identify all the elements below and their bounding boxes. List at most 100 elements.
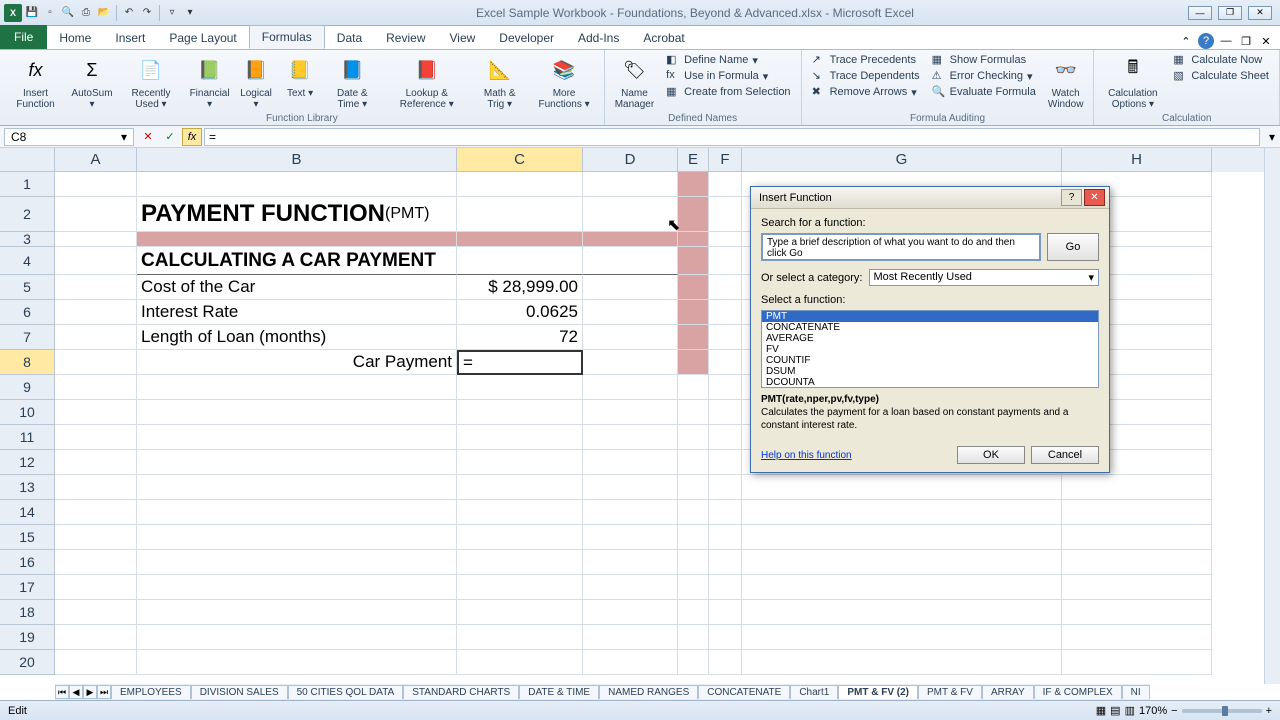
cell[interactable]: [55, 500, 137, 525]
cell[interactable]: [709, 425, 742, 450]
cancel-formula-icon[interactable]: ✕: [138, 128, 158, 146]
row-header[interactable]: 4: [0, 247, 55, 275]
more-functions-button[interactable]: 📚More Functions ▾: [530, 52, 597, 112]
row-header[interactable]: 7: [0, 325, 55, 350]
cell[interactable]: [137, 625, 457, 650]
cell[interactable]: [457, 197, 583, 232]
cell[interactable]: [55, 375, 137, 400]
view-layout-icon[interactable]: ▤: [1110, 704, 1120, 717]
cell[interactable]: [457, 475, 583, 500]
sheet-tab[interactable]: NI: [1122, 685, 1150, 699]
cell[interactable]: $ 28,999.00: [457, 275, 583, 300]
col-header[interactable]: D: [583, 148, 678, 172]
cell[interactable]: [678, 425, 709, 450]
math-button[interactable]: 📐Math & Trig ▾: [473, 52, 527, 112]
sheet-tab[interactable]: STANDARD CHARTS: [403, 685, 519, 699]
cell[interactable]: [709, 172, 742, 197]
cancel-button[interactable]: Cancel: [1031, 446, 1099, 464]
calculate-sheet-button[interactable]: ▧Calculate Sheet: [1169, 68, 1273, 84]
cell[interactable]: [137, 400, 457, 425]
cell[interactable]: [137, 475, 457, 500]
row-header[interactable]: 13: [0, 475, 55, 500]
cell[interactable]: [709, 600, 742, 625]
cell[interactable]: [583, 650, 678, 675]
redo-icon[interactable]: ↷: [139, 5, 155, 21]
cell[interactable]: [55, 425, 137, 450]
cell[interactable]: [678, 247, 709, 275]
doc-minimize-icon[interactable]: —: [1218, 33, 1234, 49]
cell[interactable]: [55, 575, 137, 600]
ok-button[interactable]: OK: [957, 446, 1025, 464]
first-sheet-icon[interactable]: ⏮: [55, 685, 69, 699]
cell[interactable]: [137, 450, 457, 475]
row-header[interactable]: 2: [0, 197, 55, 232]
cell[interactable]: [678, 300, 709, 325]
evaluate-formula-button[interactable]: 🔍Evaluate Formula: [928, 84, 1040, 100]
col-header[interactable]: F: [709, 148, 742, 172]
cell[interactable]: [457, 247, 583, 275]
row-header[interactable]: 12: [0, 450, 55, 475]
cell[interactable]: [583, 275, 678, 300]
cell[interactable]: [55, 172, 137, 197]
row-header[interactable]: 17: [0, 575, 55, 600]
cell[interactable]: [709, 375, 742, 400]
cell[interactable]: [678, 450, 709, 475]
list-item[interactable]: PMT: [762, 311, 1098, 322]
cell[interactable]: [709, 450, 742, 475]
cell[interactable]: [137, 375, 457, 400]
cell[interactable]: 72: [457, 325, 583, 350]
cell[interactable]: [583, 450, 678, 475]
list-item[interactable]: FV: [762, 344, 1098, 355]
lookup-button[interactable]: 📕Lookup & Reference ▾: [385, 52, 469, 112]
cell[interactable]: [137, 650, 457, 675]
cell[interactable]: [137, 500, 457, 525]
tab-page-layout[interactable]: Page Layout: [157, 27, 248, 49]
cell[interactable]: [1062, 525, 1212, 550]
trace-dependents-button[interactable]: ↘Trace Dependents: [808, 68, 924, 84]
cell[interactable]: [457, 172, 583, 197]
cell[interactable]: [583, 350, 678, 375]
select-all-corner[interactable]: [0, 148, 55, 172]
restore-button[interactable]: ❐: [1218, 6, 1242, 20]
minimize-ribbon-icon[interactable]: ⌃: [1178, 33, 1194, 49]
close-button[interactable]: ✕: [1248, 6, 1272, 20]
view-pagebreak-icon[interactable]: ▥: [1125, 704, 1135, 717]
cell[interactable]: 0.0625: [457, 300, 583, 325]
last-sheet-icon[interactable]: ⏭: [97, 685, 111, 699]
function-list[interactable]: PMTCONCATENATEAVERAGEFVCOUNTIFDSUMDCOUNT…: [761, 310, 1099, 388]
dialog-help-icon[interactable]: ?: [1061, 189, 1082, 206]
cell[interactable]: [457, 650, 583, 675]
list-item[interactable]: COUNTIF: [762, 355, 1098, 366]
cell[interactable]: [678, 172, 709, 197]
cell[interactable]: [678, 350, 709, 375]
list-item[interactable]: CONCATENATE: [762, 322, 1098, 333]
cell[interactable]: [583, 197, 678, 232]
cell[interactable]: [55, 600, 137, 625]
cell[interactable]: CALCULATING A CAR PAYMENT: [137, 247, 457, 275]
cell[interactable]: [137, 525, 457, 550]
row-header[interactable]: 14: [0, 500, 55, 525]
zoom-level[interactable]: 170%: [1139, 705, 1167, 717]
remove-arrows-button[interactable]: ✖Remove Arrows ▾: [808, 84, 924, 100]
trace-precedents-button[interactable]: ↗Trace Precedents: [808, 52, 924, 68]
cell[interactable]: [55, 275, 137, 300]
search-input[interactable]: Type a brief description of what you wan…: [761, 233, 1041, 261]
cell[interactable]: [742, 525, 1062, 550]
cell[interactable]: [709, 475, 742, 500]
sheet-tab[interactable]: EMPLOYEES: [111, 685, 191, 699]
row-header[interactable]: 20: [0, 650, 55, 675]
cell[interactable]: [457, 575, 583, 600]
cell[interactable]: [583, 475, 678, 500]
cell[interactable]: [709, 350, 742, 375]
cell[interactable]: [583, 525, 678, 550]
autosum-button[interactable]: ΣAutoSum ▾: [69, 52, 115, 112]
cell[interactable]: [709, 650, 742, 675]
cell[interactable]: [1062, 600, 1212, 625]
name-manager-button[interactable]: 🏷Name Manager: [611, 52, 658, 112]
cell[interactable]: [709, 232, 742, 247]
cell[interactable]: [137, 600, 457, 625]
define-name-button[interactable]: ◧Define Name ▾: [662, 52, 794, 68]
insert-function-button[interactable]: fxInsert Function: [6, 52, 65, 112]
cell[interactable]: [678, 600, 709, 625]
cell[interactable]: [457, 450, 583, 475]
